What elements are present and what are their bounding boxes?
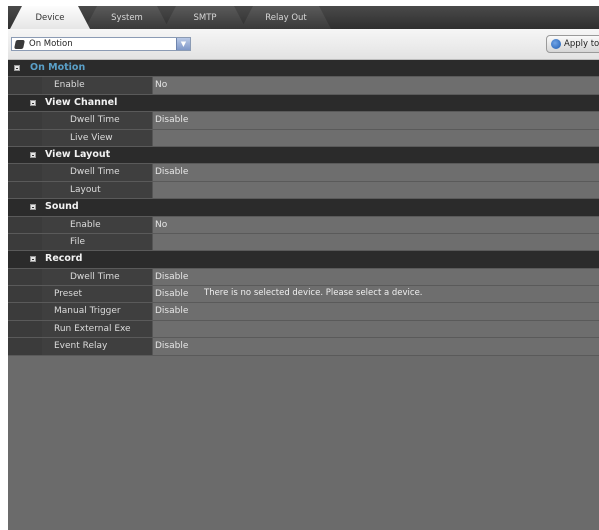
prop-row-enable[interactable]: Enable No [8, 216, 599, 234]
prop-label: Enable [42, 77, 152, 94]
row-gutter [8, 251, 42, 268]
prop-label: File [42, 233, 152, 251]
prop-label: Run External Exe [42, 320, 152, 338]
category-view-layout[interactable]: View Layout [8, 146, 599, 165]
prop-value[interactable] [152, 181, 599, 199]
row-gutter [8, 146, 42, 164]
row-gutter [8, 199, 42, 216]
apply-to-button[interactable]: Apply to [546, 35, 599, 53]
category-title: Record [45, 253, 83, 265]
tab-smtp[interactable]: SMTP [164, 6, 246, 29]
row-gutter [8, 233, 42, 251]
prop-row-enable[interactable]: Enable No [8, 77, 599, 95]
prop-value[interactable] [152, 233, 599, 251]
prop-row-dwell-time[interactable]: Dwell Time Disable [8, 112, 599, 130]
category-on-motion[interactable]: On Motion [8, 60, 599, 78]
prop-label: Dwell Time [42, 164, 152, 181]
row-gutter [8, 94, 42, 112]
tab-system[interactable]: System [85, 6, 169, 29]
category-title: View Channel [45, 96, 118, 108]
prop-label: Event Relay [42, 338, 152, 355]
category-sound[interactable]: Sound [8, 199, 599, 217]
chevron-down-icon[interactable]: ▼ [176, 38, 190, 50]
collapse-icon[interactable] [30, 99, 36, 106]
prop-value[interactable]: Disable [152, 268, 599, 286]
collapse-icon[interactable] [30, 151, 36, 158]
category-view-channel[interactable]: View Channel [8, 94, 599, 113]
row-gutter [8, 216, 42, 233]
prop-row-live-view[interactable]: Live View [8, 129, 599, 147]
prop-row-manual-trigger[interactable]: Manual Trigger Disable [8, 303, 599, 321]
row-gutter [8, 303, 42, 320]
prop-value[interactable]: Disable [152, 303, 599, 320]
row-gutter [8, 320, 42, 338]
settings-window: Device System SMTP Relay Out On Motion ▼… [8, 6, 599, 530]
prop-row-event-relay[interactable]: Event Relay Disable [8, 338, 599, 356]
prop-label: Layout [42, 181, 152, 199]
prop-row-dwell-time[interactable]: Dwell Time Disable [8, 164, 599, 182]
prop-value[interactable]: Disable [152, 112, 599, 129]
row-gutter [8, 268, 42, 286]
prop-value[interactable] [152, 129, 599, 146]
property-grid: On Motion Enable No View Channel Dwell T… [8, 60, 599, 356]
prop-value[interactable]: No [152, 216, 599, 233]
prop-row-layout[interactable]: Layout [8, 181, 599, 200]
row-gutter [8, 164, 42, 181]
collapse-icon[interactable] [14, 65, 20, 71]
prop-row-run-external-exe[interactable]: Run External Exe [8, 320, 599, 339]
prop-label: Dwell Time [42, 268, 152, 286]
prop-row-file[interactable]: File [8, 233, 599, 252]
tab-device[interactable]: Device [10, 6, 90, 29]
prop-value[interactable] [152, 320, 599, 338]
category-title: On Motion [30, 62, 86, 73]
row-gutter [8, 112, 42, 129]
toolbar: On Motion ▼ Apply to [8, 29, 599, 60]
apply-to-label: Apply to [564, 39, 599, 49]
prop-row-dwell-time[interactable]: Dwell Time Disable [8, 268, 599, 287]
prop-value[interactable]: Disable [152, 164, 599, 181]
prop-value[interactable]: Disable [152, 338, 599, 355]
row-gutter [8, 181, 42, 199]
prop-label: Enable [42, 216, 152, 233]
refresh-icon [551, 39, 561, 49]
row-gutter [8, 77, 42, 94]
row-gutter [8, 338, 42, 355]
no-device-message: There is no selected device. Please sele… [204, 288, 423, 298]
tab-strip: Device System SMTP Relay Out [8, 6, 599, 29]
category-record[interactable]: Record [8, 251, 599, 269]
prop-label: Live View [42, 129, 152, 146]
tab-relay-out[interactable]: Relay Out [241, 6, 331, 29]
row-gutter [8, 129, 42, 146]
prop-label: Manual Trigger [42, 303, 152, 320]
category-title: Sound [45, 201, 79, 213]
event-type-value: On Motion [29, 39, 73, 49]
row-gutter [8, 286, 42, 303]
prop-value[interactable]: No [152, 77, 599, 94]
collapse-icon[interactable] [30, 256, 36, 263]
category-title: View Layout [45, 148, 111, 160]
collapse-icon[interactable] [30, 204, 36, 211]
prop-label: Preset [42, 286, 152, 303]
event-type-select[interactable]: On Motion ▼ [11, 37, 191, 51]
prop-label: Dwell Time [42, 112, 152, 129]
device-icon [14, 39, 25, 49]
